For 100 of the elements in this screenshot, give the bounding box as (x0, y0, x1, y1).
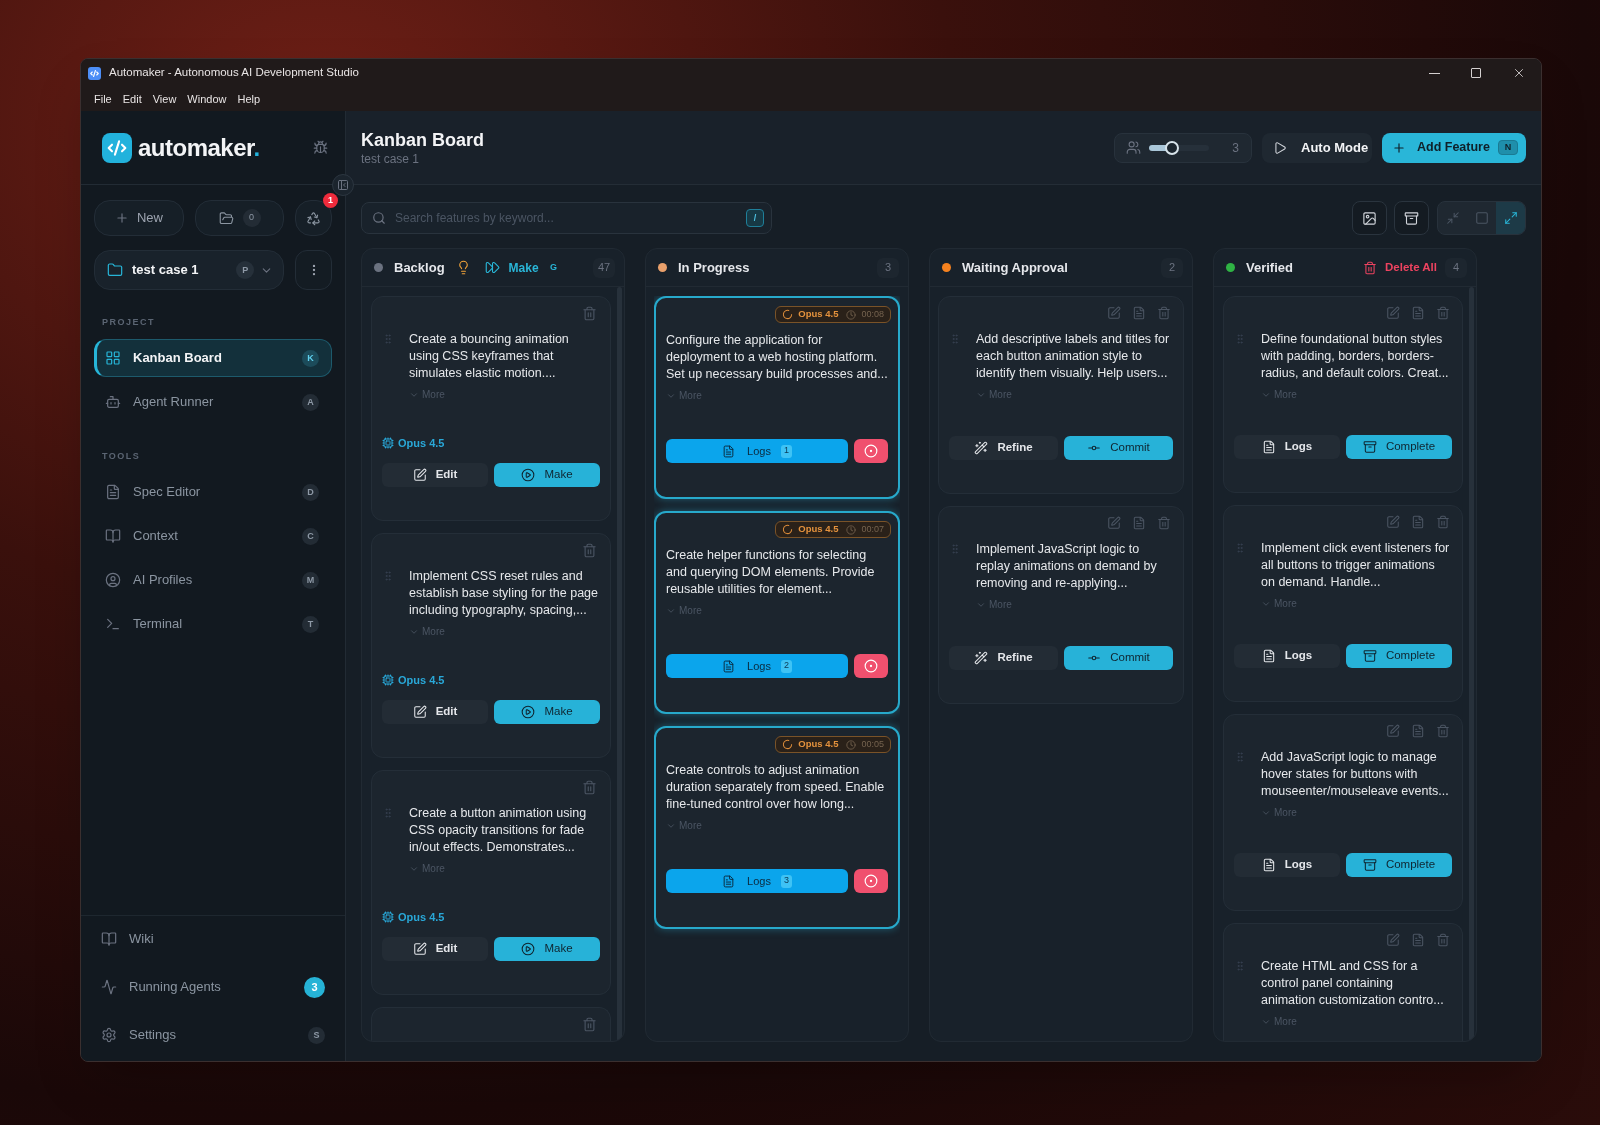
nav-item[interactable]: Terminal T (94, 605, 332, 643)
nav-item[interactable]: Settings S (94, 1016, 332, 1054)
drag-handle-icon[interactable] (1234, 960, 1246, 972)
pencil-square-icon[interactable] (1386, 515, 1400, 529)
slider-thumb[interactable] (1165, 140, 1179, 155)
trash-icon[interactable] (1436, 515, 1450, 529)
shortcut-key: T (302, 615, 319, 633)
menu-item[interactable]: Window (182, 90, 232, 108)
document-icon[interactable] (1132, 306, 1146, 320)
archive-button[interactable] (1394, 201, 1429, 235)
edit-button[interactable]: Edit (382, 700, 488, 724)
drag-handle-icon[interactable] (382, 807, 394, 819)
column-title: Verified (1246, 258, 1293, 277)
stop-button[interactable] (854, 654, 888, 678)
pencil-square-icon[interactable] (1386, 724, 1400, 738)
nav-item[interactable]: AI Profiles M (94, 561, 332, 599)
nav-item[interactable]: Spec Editor D (94, 473, 332, 511)
open-project-button[interactable]: 0 (195, 200, 284, 236)
trash-icon[interactable] (582, 306, 597, 321)
drag-handle-icon[interactable] (949, 543, 961, 555)
logs-button[interactable]: Logs 1 (666, 439, 848, 463)
bug-icon[interactable] (313, 140, 328, 155)
drag-handle-icon[interactable] (382, 570, 394, 582)
document-icon[interactable] (1411, 724, 1425, 738)
logs-button[interactable]: Logs (1234, 853, 1340, 877)
pencil-square-icon (412, 705, 427, 719)
make-button[interactable]: Make (494, 463, 600, 487)
drag-handle-icon[interactable] (1234, 542, 1246, 554)
stop-button[interactable] (854, 439, 888, 463)
nav-item[interactable]: Agent Runner A (94, 383, 332, 421)
trash-icon[interactable] (1436, 724, 1450, 738)
trash-icon[interactable] (582, 543, 597, 558)
more-options-button[interactable] (295, 250, 332, 290)
drag-handle-icon[interactable] (1234, 751, 1246, 763)
nav-item[interactable]: Running Agents 3 (94, 968, 332, 1006)
model-name: Opus 4.5 (398, 435, 445, 451)
refine-button[interactable]: Refine (949, 646, 1058, 670)
trash-icon[interactable] (1157, 516, 1171, 530)
trash-icon[interactable] (1436, 306, 1450, 320)
commit-button[interactable]: Commit (1064, 436, 1173, 460)
image-button[interactable] (1352, 201, 1387, 235)
view-mode-button[interactable] (1496, 202, 1525, 234)
make-all-button[interactable]: Make G (484, 258, 560, 277)
document-icon[interactable] (1411, 306, 1425, 320)
card-description: Create a button animation using CSS opacity transitions for fade in/out effects. Demonstrates... (409, 805, 588, 856)
pencil-square-icon[interactable] (1107, 516, 1121, 530)
trash-icon[interactable] (582, 1017, 597, 1032)
drag-handle-icon[interactable] (949, 333, 961, 345)
collapse-sidebar-button[interactable] (332, 174, 354, 196)
make-button[interactable]: Make (494, 937, 600, 961)
logs-button[interactable]: Logs 2 (666, 654, 848, 678)
auto-mode-button[interactable]: Auto Mode (1262, 132, 1372, 163)
document-icon[interactable] (1411, 515, 1425, 529)
complete-button[interactable]: Complete (1346, 853, 1452, 877)
card-description: Implement JavaScript logic to replay animations on demand by removing and re-applying... (976, 541, 1158, 592)
pencil-square-icon[interactable] (1386, 933, 1400, 947)
commit-button[interactable]: Commit (1064, 646, 1173, 670)
stop-button[interactable] (854, 869, 888, 893)
new-button[interactable]: New (94, 200, 184, 236)
concurrency-slider[interactable] (1149, 140, 1209, 155)
add-feature-button[interactable]: Add Feature N (1382, 132, 1526, 163)
shortcut-key: S (308, 1026, 325, 1044)
logs-button[interactable]: Logs 3 (666, 869, 848, 893)
drag-handle-icon[interactable] (382, 333, 394, 345)
refine-button[interactable]: Refine (949, 436, 1058, 460)
elapsed-time: 00:07 (861, 522, 884, 536)
nav-item[interactable]: Kanban Board K (94, 339, 332, 377)
column-title: Backlog (394, 258, 445, 277)
menu-item[interactable]: Edit (117, 90, 147, 108)
complete-button[interactable]: Complete (1346, 644, 1452, 668)
trash-icon[interactable] (582, 780, 597, 795)
trash-icon[interactable] (1157, 306, 1171, 320)
feature-card[interactable] (371, 1007, 611, 1041)
pencil-square-icon[interactable] (1107, 306, 1121, 320)
drag-handle-icon[interactable] (1234, 333, 1246, 345)
document-icon[interactable] (1411, 933, 1425, 947)
magic-wand-icon (974, 441, 989, 455)
menu-item[interactable]: View (147, 90, 182, 108)
menu-item[interactable]: Help (232, 90, 266, 108)
nav-item[interactable]: Context C (94, 517, 332, 555)
shortcut-key: N (1498, 140, 1518, 155)
document-icon[interactable] (1132, 516, 1146, 530)
logs-button[interactable]: Logs (1234, 644, 1340, 668)
logs-button[interactable]: Logs (1234, 435, 1340, 459)
project-selector[interactable]: test case 1 P (94, 250, 285, 290)
shortcut-key: M (302, 571, 319, 589)
make-button[interactable]: Make (494, 700, 600, 724)
trash-icon[interactable] (1436, 933, 1450, 947)
nav-item[interactable]: Wiki (94, 920, 332, 958)
delete-all-button[interactable]: Delete All (1363, 258, 1437, 277)
complete-button[interactable]: Complete (1346, 435, 1452, 459)
edit-button[interactable]: Edit (382, 937, 488, 961)
trash-icon (1363, 260, 1377, 275)
edit-button[interactable]: Edit (382, 463, 488, 487)
pencil-square-icon[interactable] (1386, 306, 1400, 320)
document-icon (722, 659, 736, 673)
document-icon (105, 484, 121, 500)
close-icon (1512, 66, 1526, 80)
search-icon (372, 211, 386, 225)
menu-item[interactable]: File (89, 90, 117, 108)
